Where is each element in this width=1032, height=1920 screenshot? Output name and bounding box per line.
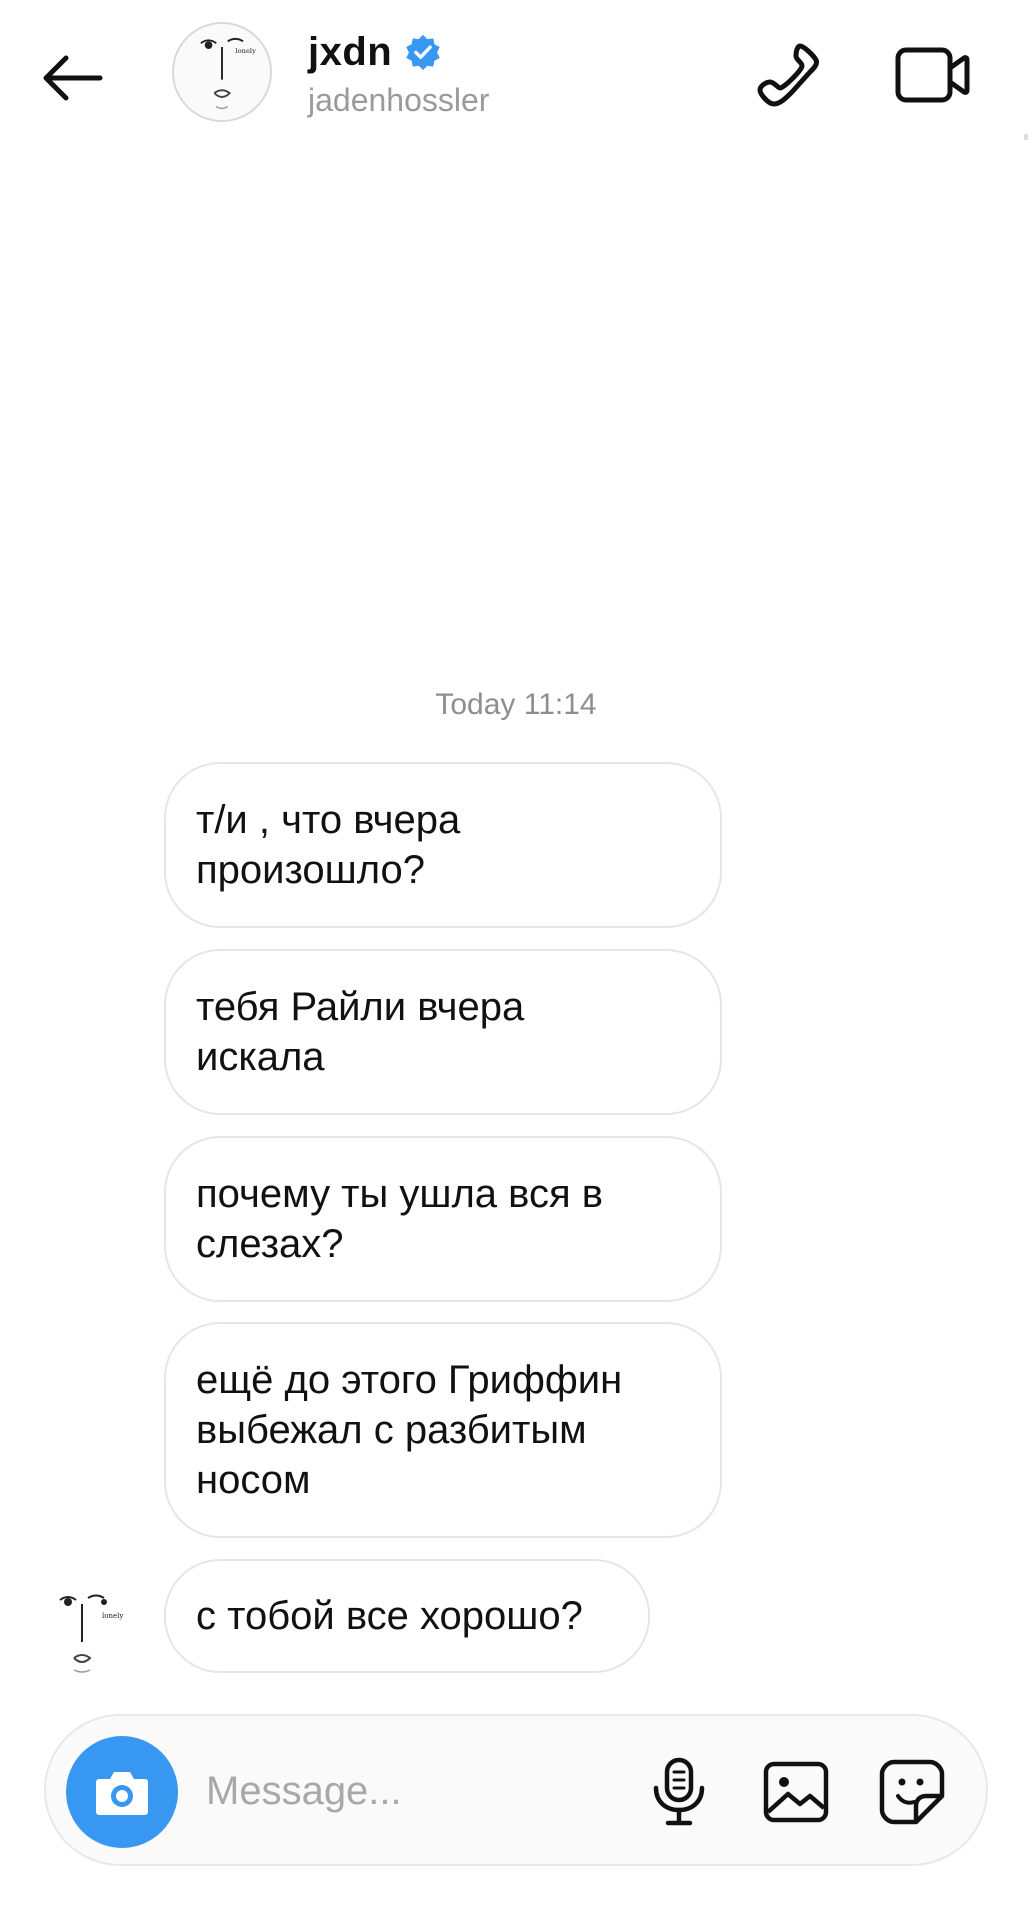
avatar-caption: lonely: [102, 1612, 123, 1620]
image-icon: [763, 1761, 829, 1823]
camera-button[interactable]: [66, 1736, 178, 1848]
gallery-button[interactable]: [760, 1756, 832, 1828]
message-line: произошло?: [196, 848, 426, 892]
message-line: тебя Райли вчера: [196, 985, 525, 1029]
audio-call-button[interactable]: [752, 38, 826, 112]
avatar-face-drawing: lonely: [174, 24, 270, 120]
video-camera-icon: [895, 47, 970, 103]
edge-marker: [1024, 134, 1028, 140]
message-text: т/и , что вчера произошло?: [196, 795, 460, 895]
voice-message-button[interactable]: [646, 1756, 712, 1828]
name-row[interactable]: jxdn: [308, 28, 442, 76]
camera-icon: [96, 1772, 148, 1815]
message-text: с тобой все хорошо?: [196, 1591, 583, 1641]
message-input[interactable]: [206, 1756, 666, 1826]
back-button[interactable]: [38, 50, 108, 106]
microphone-icon: [653, 1757, 705, 1826]
arrow-left-icon: [43, 55, 103, 101]
message-bubble[interactable]: ещё до этого Гриффин выбежал с разбитым …: [164, 1322, 722, 1538]
message-line: искала: [196, 1035, 325, 1079]
message-line: носом: [196, 1458, 311, 1502]
message-bubble[interactable]: т/и , что вчера произошло?: [164, 762, 722, 928]
sticker-icon: [879, 1759, 945, 1825]
display-name: jxdn: [308, 29, 393, 74]
message-line: выбежал с разбитым: [196, 1408, 587, 1452]
message-text: тебя Райли вчера искала: [196, 982, 524, 1082]
conversation-timestamp: Today 11:14: [435, 688, 597, 721]
video-call-button[interactable]: [892, 38, 972, 112]
verified-badge-icon: [406, 34, 440, 71]
message-line: т/и , что вчера: [196, 798, 461, 842]
message-line: ещё до этого Гриффин: [196, 1358, 623, 1402]
phone-icon: [757, 43, 819, 107]
message-line: почему ты ушла вся в: [196, 1172, 603, 1216]
chat-header: lonely jxdn jadenhossler: [0, 0, 1032, 150]
message-bubble[interactable]: тебя Райли вчера искала: [164, 949, 722, 1115]
message-composer: [44, 1714, 988, 1866]
username[interactable]: jadenhossler: [308, 82, 489, 119]
message-line: с тобой все хорошо?: [196, 1594, 583, 1638]
message-bubble[interactable]: почему ты ушла вся в слезах?: [164, 1136, 722, 1302]
message-line: слезах?: [196, 1222, 344, 1266]
message-bubble[interactable]: с тобой все хорошо?: [164, 1559, 650, 1673]
message-text: ещё до этого Гриффин выбежал с разбитым …: [196, 1355, 622, 1505]
message-text: почему ты ушла вся в слезах?: [196, 1169, 603, 1269]
sender-avatar[interactable]: lonely: [54, 1592, 130, 1676]
profile-avatar[interactable]: lonely: [172, 22, 272, 122]
avatar-caption: lonely: [235, 47, 256, 55]
avatar-face-drawing: lonely: [59, 1594, 123, 1673]
sticker-button[interactable]: [876, 1756, 948, 1828]
